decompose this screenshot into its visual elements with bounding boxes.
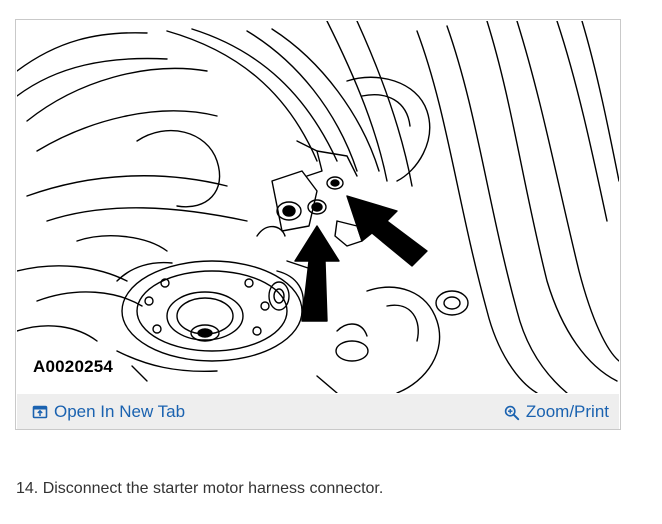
open-in-new-tab-label: Open In New Tab bbox=[54, 402, 186, 421]
open-in-new-tab-icon bbox=[32, 404, 48, 420]
figure-card: A0020254 Open In New Tab Zoom/Print bbox=[15, 19, 621, 430]
zoom-print-link[interactable]: Zoom/Print bbox=[504, 402, 609, 422]
open-in-new-tab-link[interactable]: Open In New Tab bbox=[32, 402, 185, 422]
figure-toolbar: Open In New Tab Zoom/Print bbox=[17, 394, 619, 429]
figure-code-label: A0020254 bbox=[33, 357, 114, 376]
zoom-print-label: Zoom/Print bbox=[525, 402, 609, 421]
step-instruction: 14. Disconnect the starter motor harness… bbox=[16, 480, 384, 497]
zoom-in-icon bbox=[504, 404, 520, 421]
starter-motor-diagram[interactable]: A0020254 bbox=[17, 21, 619, 393]
